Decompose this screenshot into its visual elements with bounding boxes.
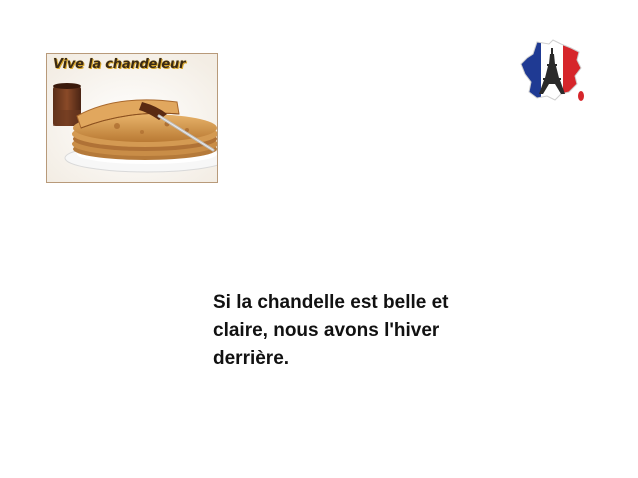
crepe-plate-illustration [47, 54, 217, 182]
crepe-photo: Vive la chandeleur [46, 53, 218, 183]
slide: Vive la chandeleur Si la chandelle est b… [0, 0, 638, 478]
image-caption: Vive la chandeleur [53, 57, 186, 72]
france-flag-map-eiffel-icon [517, 38, 587, 104]
proverb-text: Si la chandelle est belle et claire, nou… [213, 292, 449, 369]
